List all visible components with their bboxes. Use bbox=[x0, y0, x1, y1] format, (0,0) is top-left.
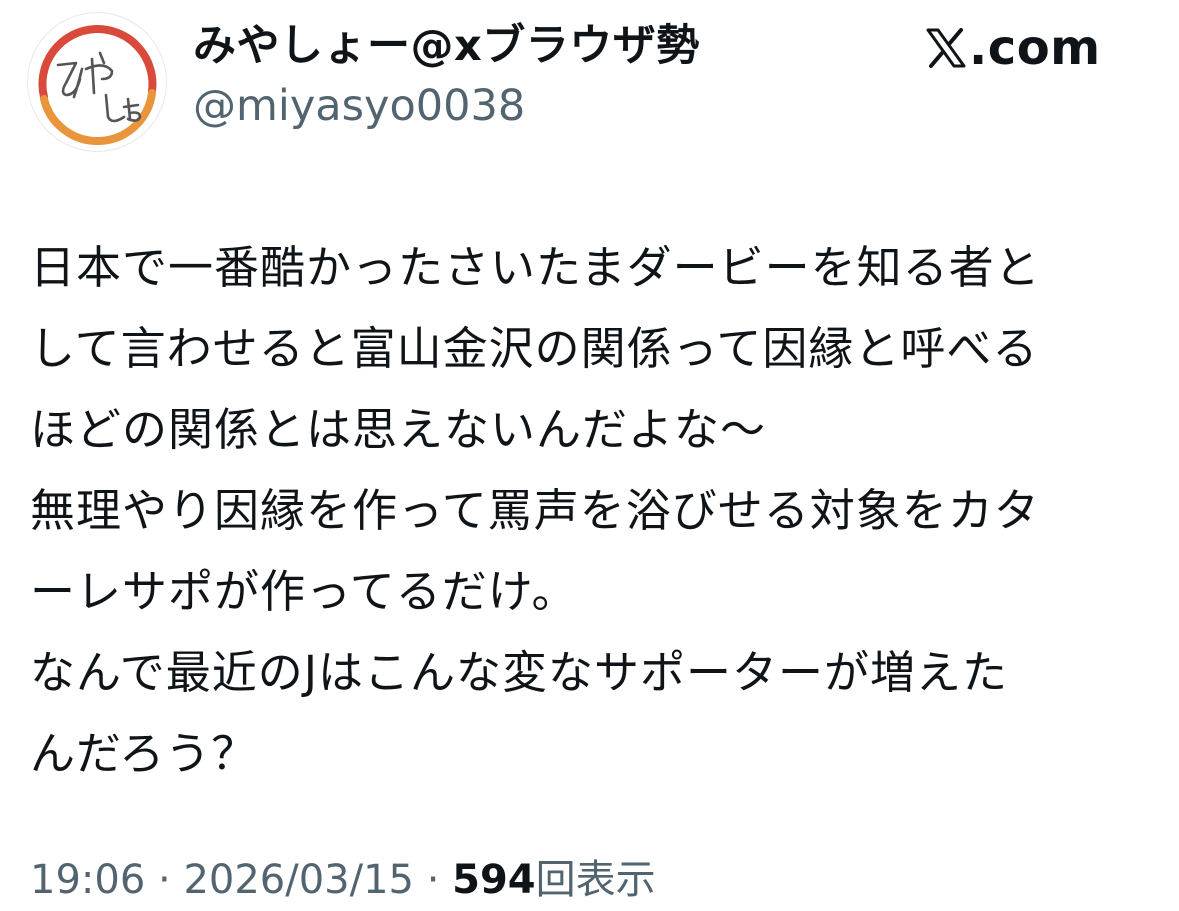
tweet-text-line: 日本で一番酷かったさいたまダービーを知る者と bbox=[30, 241, 1041, 294]
x-logo-icon bbox=[926, 28, 966, 68]
meta-separator: · bbox=[145, 857, 184, 903]
site-badge: .com bbox=[925, 20, 1101, 76]
tweet-text-line: なんで最近のJはこんな変なサポーターが増えた bbox=[30, 646, 1009, 699]
tweet-text-line: 無理やり因縁を作って罵声を浴びせる対象をカタ bbox=[30, 484, 1040, 537]
tweet-text: 日本で一番酷かったさいたまダービーを知る者と して言わせると富山金沢の関係って因… bbox=[30, 227, 1150, 794]
tweet-header: みやしょー@xブラウザ勢 @miyasyo0038 .com bbox=[0, 0, 1179, 160]
tweet-text-line: ほどの関係とは思えないんだよな〜 bbox=[30, 403, 767, 456]
tweet-date[interactable]: 2026/03/15 bbox=[183, 857, 414, 903]
tweet-meta: 19:06 · 2026/03/15 · 594回表示 bbox=[30, 852, 656, 908]
author-display-name[interactable]: みやしょー@xブラウザ勢 bbox=[193, 18, 700, 74]
meta-separator: · bbox=[413, 857, 453, 903]
tweet-text-line: ーレサポが作ってるだけ。 bbox=[30, 565, 578, 618]
views-count: 594 bbox=[452, 857, 536, 903]
avatar-image bbox=[29, 14, 165, 150]
tweet-text-line: して言わせると富山金沢の関係って因縁と呼べる bbox=[30, 322, 1039, 375]
tweet-text-line: んだろう？ bbox=[30, 727, 258, 780]
author-handle[interactable]: @miyasyo0038 bbox=[193, 78, 525, 134]
views-label: 回表示 bbox=[535, 857, 656, 903]
tweet-time[interactable]: 19:06 bbox=[30, 857, 145, 903]
site-domain-text: .com bbox=[969, 20, 1101, 76]
avatar[interactable] bbox=[28, 13, 166, 151]
